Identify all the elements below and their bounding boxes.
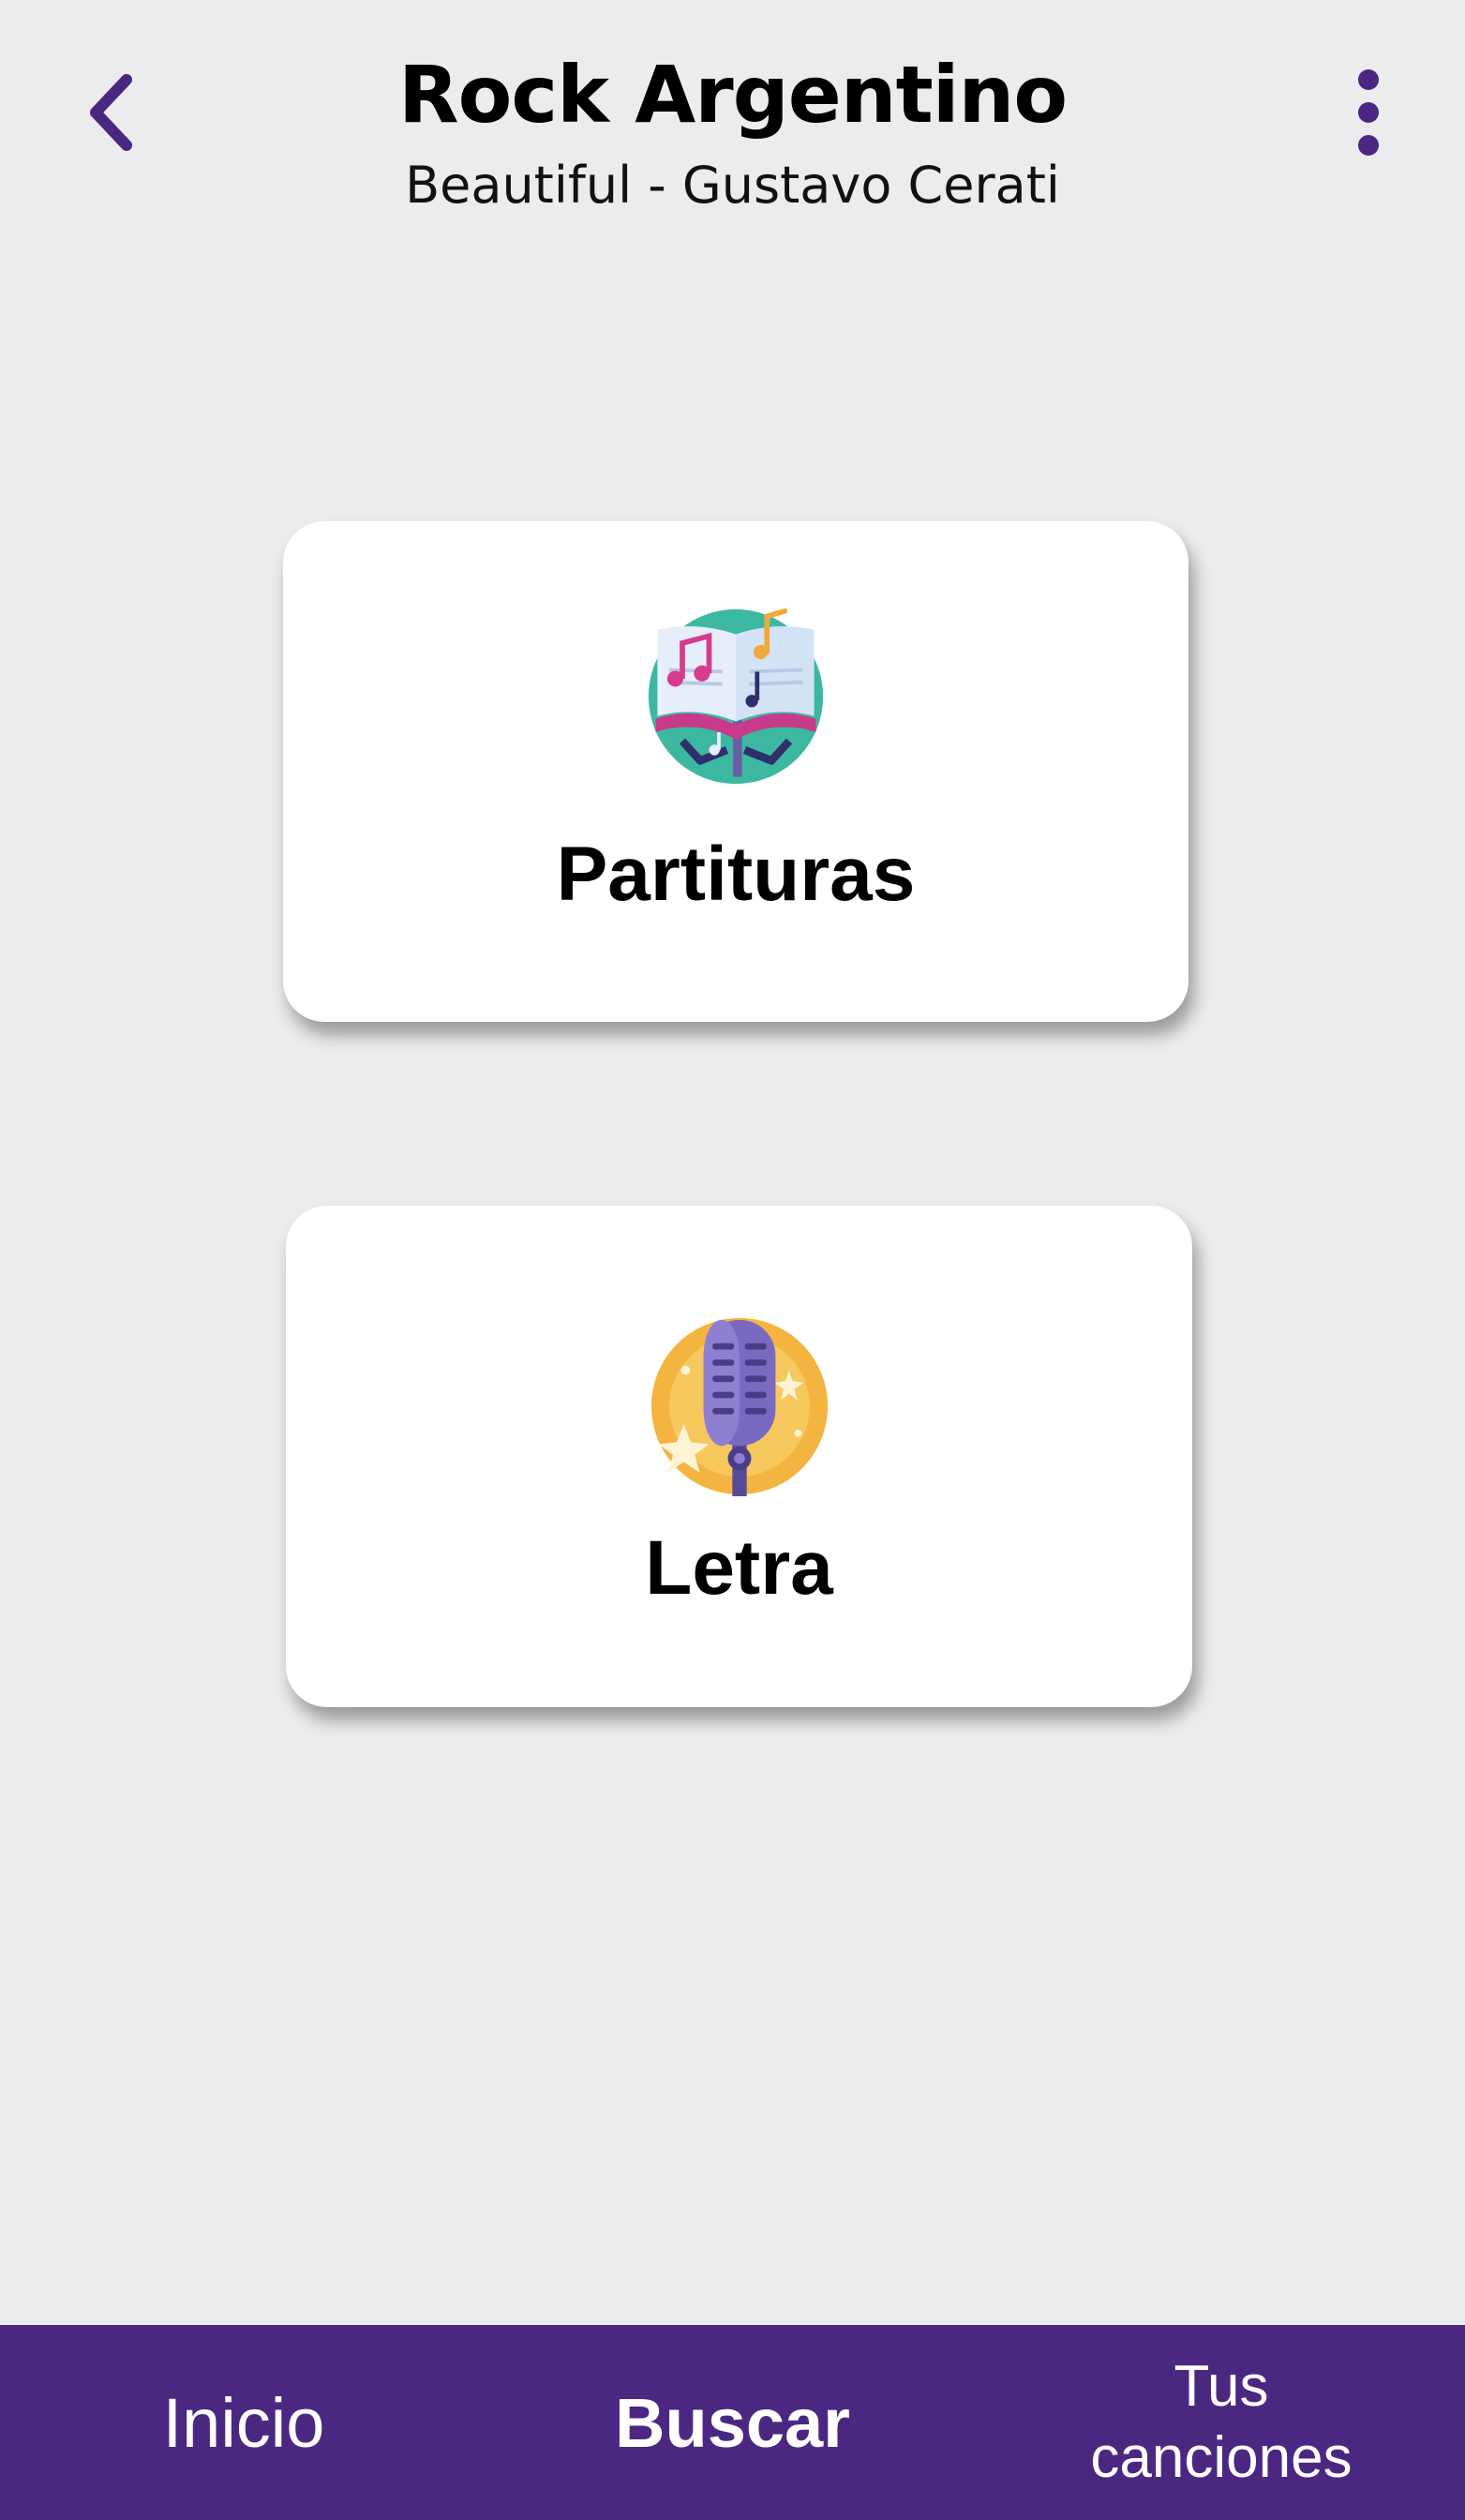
- nav-item-buscar[interactable]: Buscar: [487, 2325, 978, 2520]
- page-subtitle: Beautiful - Gustavo Cerati: [405, 156, 1060, 215]
- lyrics-card-label: Letra: [645, 1525, 833, 1611]
- nav-item-inicio[interactable]: Inicio: [0, 2325, 487, 2520]
- sheet-music-card[interactable]: Partituras: [283, 521, 1188, 1022]
- sheet-music-book-icon: [648, 608, 824, 785]
- page-title: Rock Argentino: [397, 49, 1068, 141]
- nav-item-tus-canciones-line1: Tus: [1173, 2354, 1269, 2419]
- bottom-navigation: Inicio Buscar Tus canciones: [0, 2325, 1465, 2520]
- nav-item-tus-canciones-line2: canciones: [1090, 2425, 1353, 2490]
- more-vertical-icon: [1358, 69, 1379, 156]
- more-options-button[interactable]: [1331, 61, 1406, 164]
- app-header: Rock Argentino Beautiful - Gustavo Cerat…: [0, 0, 1465, 244]
- lyrics-card[interactable]: Letra: [286, 1206, 1192, 1707]
- nav-item-tus-canciones[interactable]: Tus canciones: [978, 2325, 1465, 2520]
- sheet-music-card-label: Partituras: [556, 832, 916, 917]
- microphone-icon: [650, 1317, 828, 1496]
